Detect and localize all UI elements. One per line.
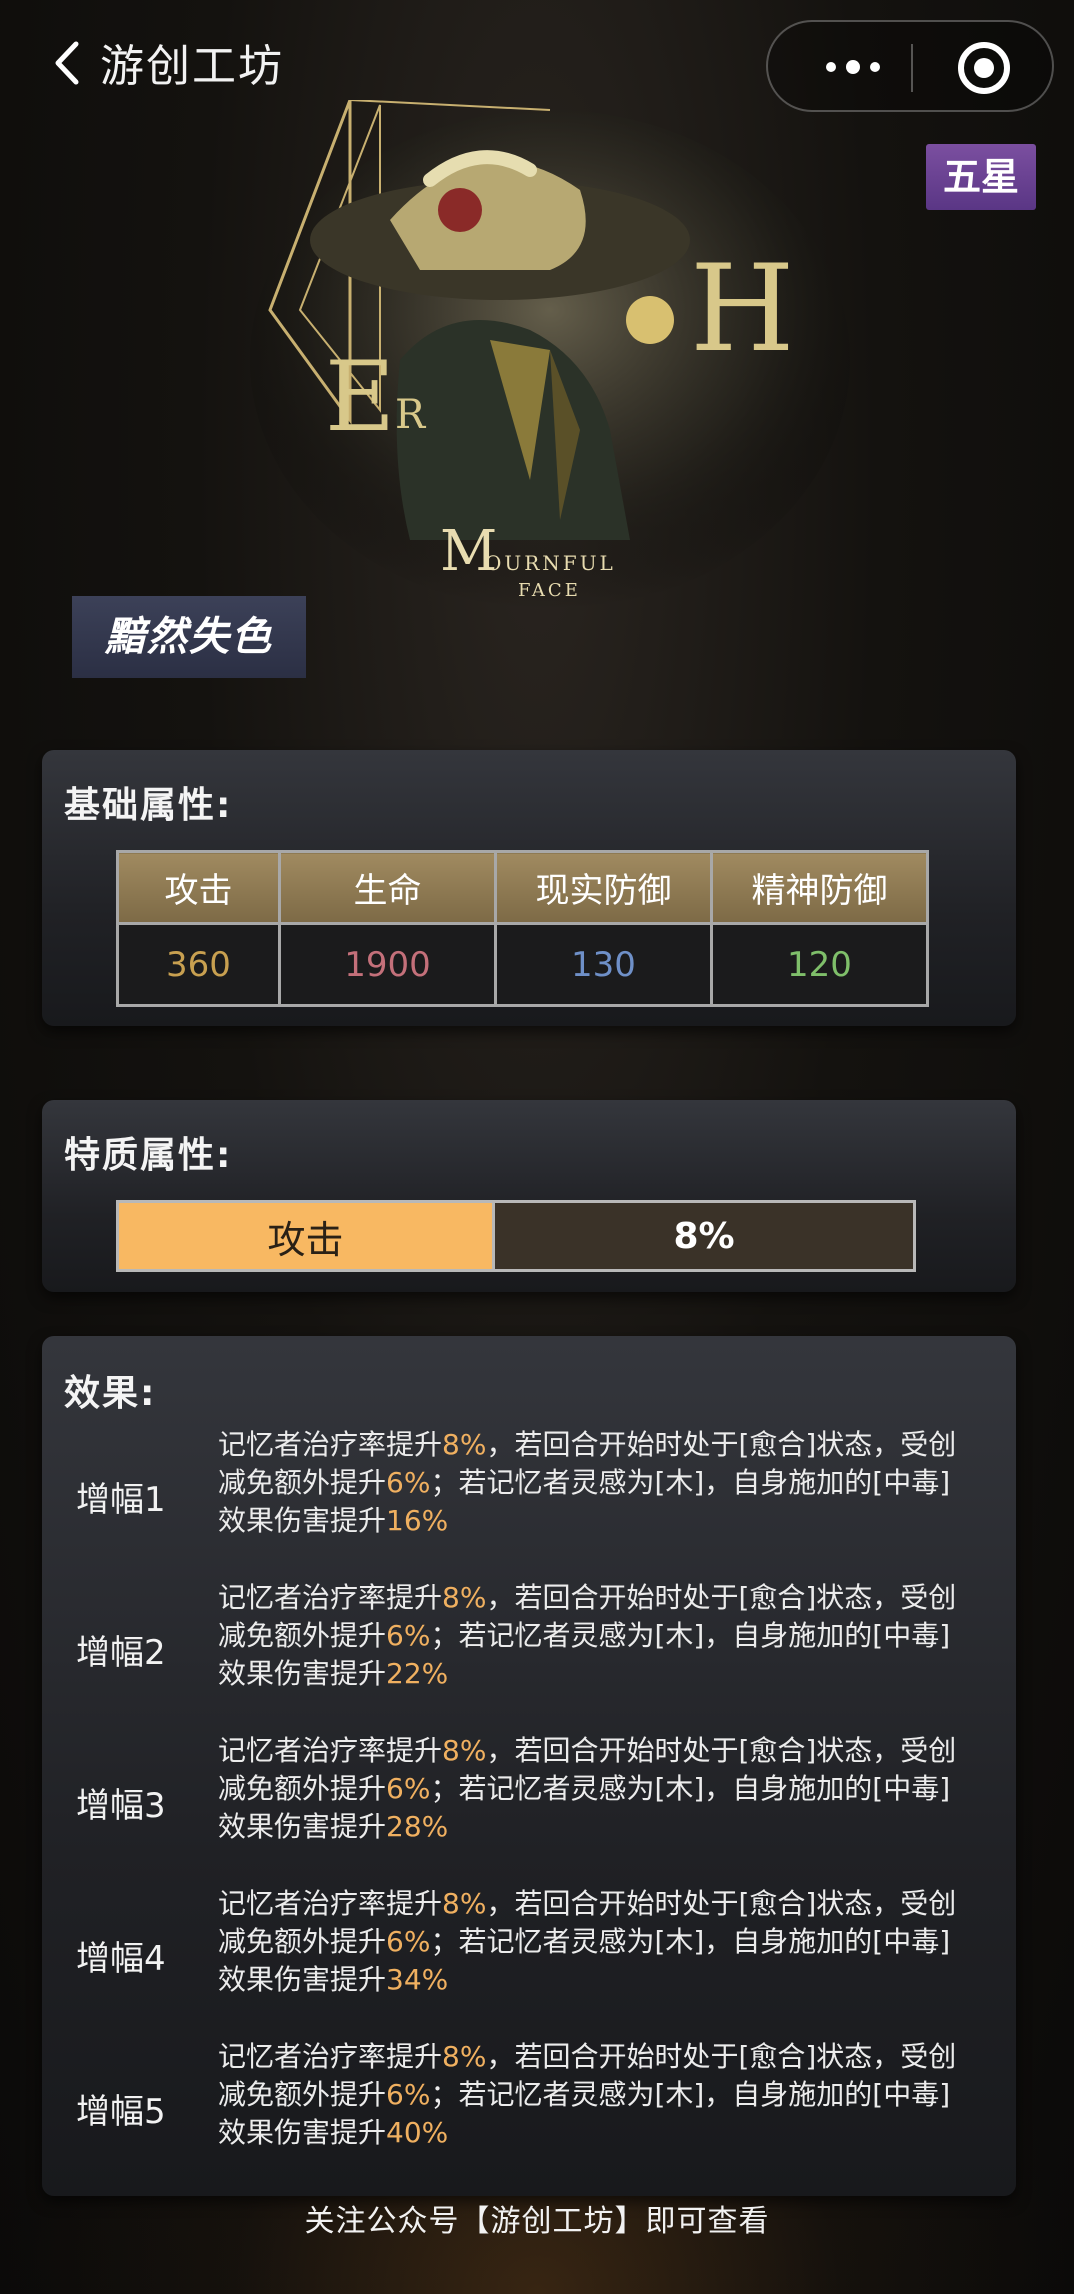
effect-highlight: 16% xyxy=(386,1504,449,1537)
effect-text-part: 记忆者治疗率提升 xyxy=(218,1734,443,1767)
card-artwork: E R H M OURNFUL FACE xyxy=(250,99,850,620)
effect-label: 增幅1 xyxy=(76,1479,166,1520)
effect-highlight: 6% xyxy=(386,1925,431,1958)
trait-attributes-title: 特质属性: xyxy=(64,1135,233,1176)
chevron-left-icon[interactable] xyxy=(50,38,90,88)
effect-highlight: 6% xyxy=(386,1772,431,1805)
effect-row: 增幅4 记忆者治疗率提升8%，若回合开始时处于[愈合]状态，受创减免额外提升6%… xyxy=(42,1885,1016,2025)
effect-highlight: 6% xyxy=(386,2078,431,2111)
mini-program-capsule xyxy=(766,20,1054,112)
stats-value-row: 360 1900 130 120 xyxy=(116,922,929,1007)
effect-highlight: 28% xyxy=(386,1810,449,1843)
target-circle-icon[interactable] xyxy=(958,42,1010,94)
effect-row: 增幅3 记忆者治疗率提升8%，若回合开始时处于[愈合]状态，受创减免额外提升6%… xyxy=(42,1732,1016,1872)
effect-highlight: 8% xyxy=(442,1734,487,1767)
trait-row: 攻击 8% xyxy=(116,1200,916,1272)
effect-description: 记忆者治疗率提升8%，若回合开始时处于[愈合]状态，受创减免额外提升6%；若记忆… xyxy=(218,1579,978,1693)
effect-label: 增幅4 xyxy=(76,1938,166,1979)
stat-header-real-defense: 现实防御 xyxy=(494,850,713,925)
stat-value-hp: 1900 xyxy=(278,922,497,1007)
basic-stats-table: 攻击 生命 现实防御 精神防御 360 1900 130 120 xyxy=(116,850,929,1007)
effects-panel: 效果: 增幅1 记忆者治疗率提升8%，若回合开始时处于[愈合]状态，受创减免额外… xyxy=(42,1336,1016,2196)
stat-value-mental-defense: 120 xyxy=(710,922,929,1007)
trait-attributes-panel: 特质属性: 攻击 8% xyxy=(42,1100,1016,1292)
basic-attributes-panel: 基础属性: 攻击 生命 现实防御 精神防御 360 1900 130 120 xyxy=(42,750,1016,1026)
effect-description: 记忆者治疗率提升8%，若回合开始时处于[愈合]状态，受创减免额外提升6%；若记忆… xyxy=(218,1426,978,1540)
effects-title: 效果: xyxy=(64,1373,157,1414)
effect-highlight: 6% xyxy=(386,1619,431,1652)
effect-highlight: 8% xyxy=(442,2040,487,2073)
effect-row: 增幅1 记忆者治疗率提升8%，若回合开始时处于[愈合]状态，受创减免额外提升6%… xyxy=(42,1426,1016,1566)
stat-header-hp: 生命 xyxy=(278,850,497,925)
effect-label: 增幅2 xyxy=(76,1632,166,1673)
effect-highlight: 8% xyxy=(442,1428,487,1461)
effect-row: 增幅5 记忆者治疗率提升8%，若回合开始时处于[愈合]状态，受创减免额外提升6%… xyxy=(42,2038,1016,2178)
effect-highlight: 8% xyxy=(442,1887,487,1920)
card-name-tag: 黯然失色 xyxy=(72,596,306,678)
effect-description: 记忆者治疗率提升8%，若回合开始时处于[愈合]状态，受创减免额外提升6%；若记忆… xyxy=(218,1885,978,1999)
footer-note: 关注公众号【游创工坊】即可查看 xyxy=(304,2204,770,2239)
effect-description: 记忆者治疗率提升8%，若回合开始时处于[愈合]状态，受创减免额外提升6%；若记忆… xyxy=(218,2038,978,2152)
art-letter-e: E xyxy=(325,341,395,453)
effect-text-part: 记忆者治疗率提升 xyxy=(218,1428,443,1461)
stat-header-attack: 攻击 xyxy=(116,850,281,925)
page-title: 游创工坊 xyxy=(100,41,284,92)
stats-header-row: 攻击 生命 现实防御 精神防御 xyxy=(116,850,929,925)
effect-label: 增幅3 xyxy=(76,1785,166,1826)
effect-highlight: 6% xyxy=(386,1466,431,1499)
trait-value: 8% xyxy=(495,1203,913,1269)
art-letter-h: H xyxy=(690,240,795,379)
effect-row: 增幅2 记忆者治疗率提升8%，若回合开始时处于[愈合]状态，受创减免额外提升6%… xyxy=(42,1579,1016,1719)
effect-description: 记忆者治疗率提升8%，若回合开始时处于[愈合]状态，受创减免额外提升6%；若记忆… xyxy=(218,1732,978,1846)
effect-highlight: 22% xyxy=(386,1657,449,1690)
effect-text-part: 记忆者治疗率提升 xyxy=(218,2040,443,2073)
stat-header-mental-defense: 精神防御 xyxy=(710,850,929,925)
rarity-badge: 五星 xyxy=(926,144,1036,210)
art-letter-r: R xyxy=(395,392,427,438)
basic-attributes-title: 基础属性: xyxy=(64,785,233,826)
stat-value-real-defense: 130 xyxy=(494,922,713,1007)
effect-highlight: 40% xyxy=(386,2116,449,2149)
effect-highlight: 34% xyxy=(386,1963,449,1996)
more-dots-icon[interactable] xyxy=(808,44,898,90)
art-logo-line2: FACE xyxy=(518,580,581,601)
effect-text-part: 记忆者治疗率提升 xyxy=(218,1887,443,1920)
capsule-divider xyxy=(911,44,913,92)
effect-text-part: 记忆者治疗率提升 xyxy=(218,1581,443,1614)
art-logo-line1: OURNFUL xyxy=(485,551,616,575)
stat-value-attack: 360 xyxy=(116,922,281,1007)
effect-label: 增幅5 xyxy=(76,2091,166,2132)
trait-attribute: 攻击 xyxy=(119,1203,495,1269)
effect-highlight: 8% xyxy=(442,1581,487,1614)
